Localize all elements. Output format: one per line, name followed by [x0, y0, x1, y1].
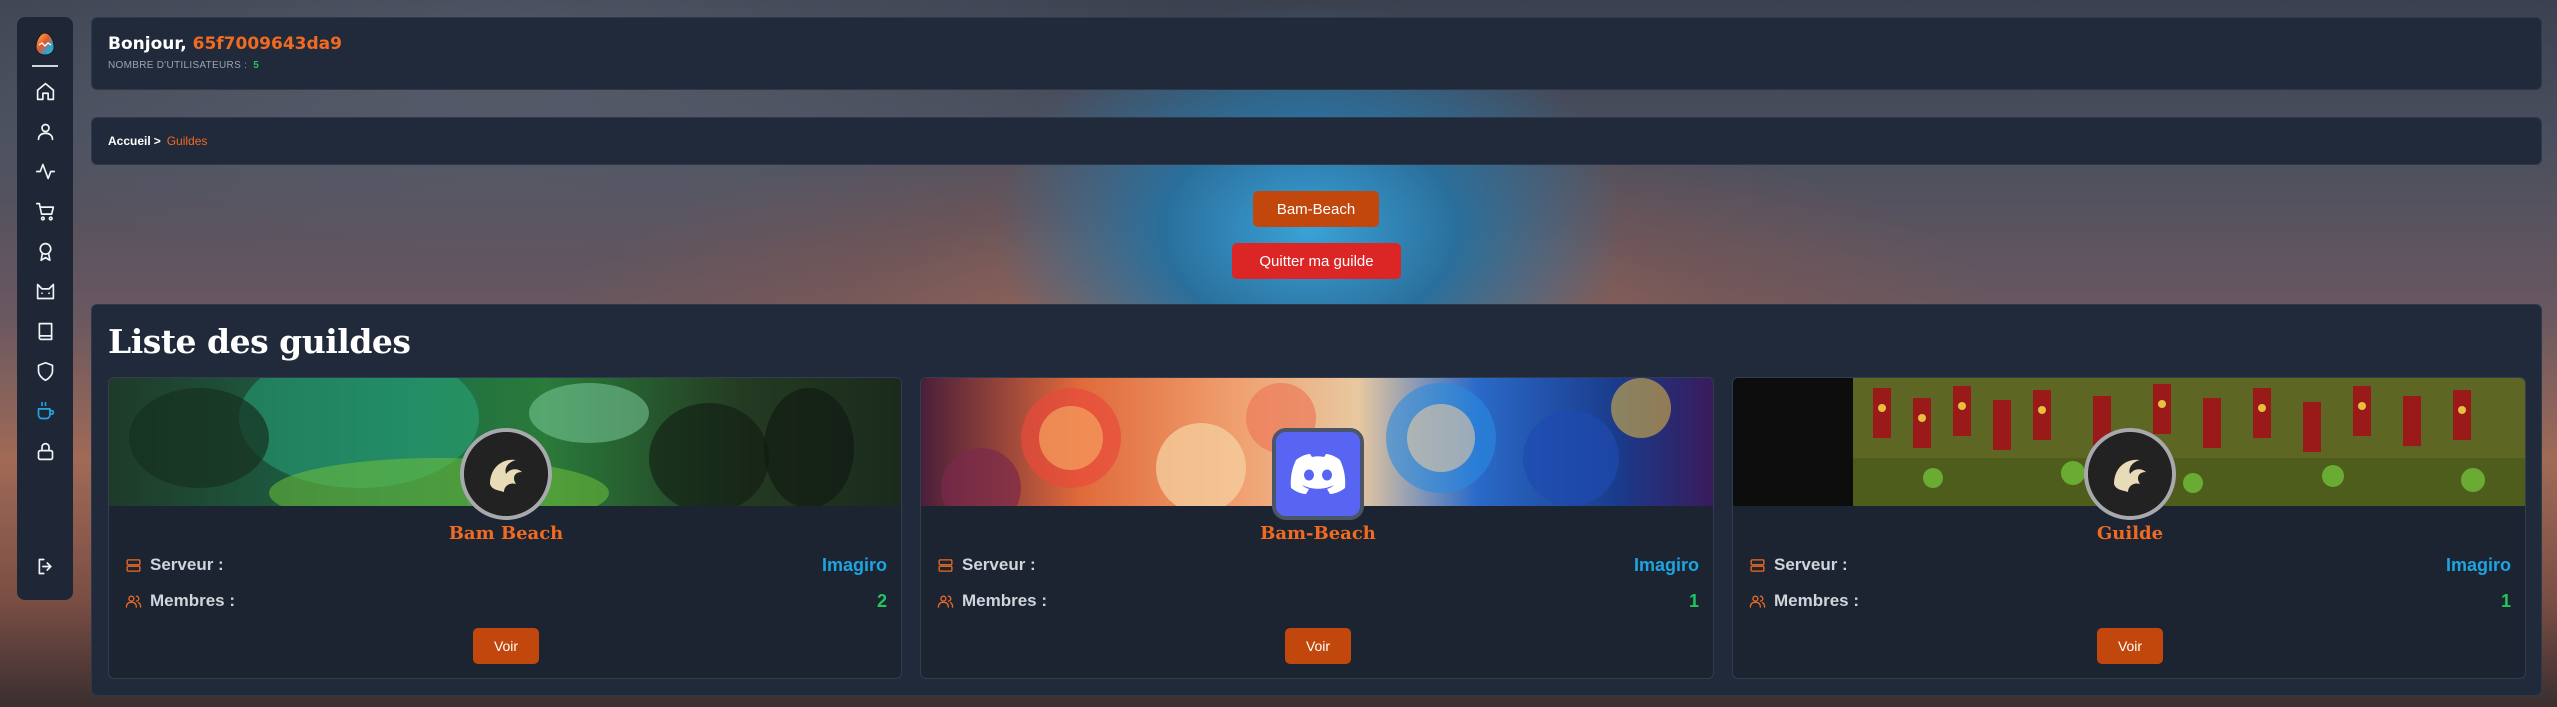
guild-emblem-icon — [2084, 428, 2176, 520]
users-count-value: 5 — [253, 60, 260, 71]
server-row: Serveur : Imagiro — [125, 553, 887, 577]
breadcrumb: Accueil > Guildes — [91, 117, 2542, 165]
sidebar — [17, 17, 73, 600]
users-icon — [937, 595, 954, 608]
guild-list-title: Liste des guildes — [108, 322, 411, 361]
guild-card: Bam-Beach Serveur : Imagiro Membres : 1 … — [920, 377, 1714, 679]
server-label: Serveur : — [1774, 555, 1848, 574]
guild-card: Guilde Serveur : Imagiro Membres : 1 Voi… — [1732, 377, 2526, 679]
members-row: Membres : 2 — [125, 589, 887, 613]
user-icon[interactable] — [17, 111, 73, 151]
my-guild-button[interactable]: Bam-Beach — [1253, 191, 1379, 227]
users-icon — [1749, 595, 1766, 608]
server-value: Imagiro — [1633, 554, 1699, 575]
view-guild-button[interactable]: Voir — [2097, 628, 2163, 664]
view-guild-button[interactable]: Voir — [1285, 628, 1351, 664]
guild-name: Bam Beach — [448, 523, 564, 544]
header: Bonjour, 65f7009643da9 NOMBRE D'UTILISAT… — [91, 17, 2542, 90]
lock-icon[interactable] — [17, 431, 73, 471]
members-row: Membres : 1 — [937, 589, 1699, 613]
breadcrumb-current: Guildes — [166, 134, 208, 148]
members-row: Membres : 1 — [1749, 589, 2511, 613]
view-guild-button[interactable]: Voir — [473, 628, 539, 664]
quit-guild-button[interactable]: Quitter ma guilde — [1232, 243, 1401, 279]
egg-logo-icon[interactable] — [32, 31, 58, 57]
discord-icon — [1272, 428, 1364, 520]
guild-name: Bam-Beach — [1260, 523, 1376, 544]
award-icon[interactable] — [17, 231, 73, 271]
shield-icon[interactable] — [17, 351, 73, 391]
logout-icon[interactable] — [17, 546, 73, 586]
activity-icon[interactable] — [17, 151, 73, 191]
members-label: Membres : — [150, 591, 236, 610]
guild-card: Bam Beach Serveur : Imagiro Membres : 2 … — [108, 377, 902, 679]
greeting-text: Bonjour, — [108, 34, 187, 54]
cat-icon[interactable] — [17, 271, 73, 311]
members-value: 1 — [1688, 590, 1699, 611]
server-icon — [938, 558, 953, 572]
server-value: Imagiro — [821, 554, 887, 575]
server-value: Imagiro — [2445, 554, 2511, 575]
guild-emblem-icon — [460, 428, 552, 520]
breadcrumb-home[interactable]: Accueil — [108, 134, 151, 148]
username: 65f7009643da9 — [192, 34, 342, 54]
server-icon — [1750, 558, 1765, 572]
server-row: Serveur : Imagiro — [937, 553, 1699, 577]
home-icon[interactable] — [17, 71, 73, 111]
book-icon[interactable] — [17, 311, 73, 351]
server-icon — [126, 558, 141, 572]
members-value: 1 — [2500, 590, 2511, 611]
users-count-label: NOMBRE D'UTILISATEURS : — [108, 60, 248, 71]
greeting: Bonjour, 65f7009643da9 — [108, 34, 2525, 54]
server-label: Serveur : — [150, 555, 224, 574]
server-label: Serveur : — [962, 555, 1036, 574]
guild-name: Guilde — [2096, 523, 2164, 544]
breadcrumb-separator: > — [153, 134, 161, 148]
members-label: Membres : — [1774, 591, 1860, 610]
guild-cards: Bam Beach Serveur : Imagiro Membres : 2 … — [108, 377, 2526, 679]
guild-list-panel: Liste des guildes Bam Beach Serveur: Im… — [91, 304, 2542, 696]
members-value: 2 — [876, 590, 887, 611]
cart-icon[interactable] — [17, 191, 73, 231]
cup-icon[interactable] — [17, 391, 73, 431]
users-count: NOMBRE D'UTILISATEURS : 5 — [108, 60, 2525, 71]
server-row: Serveur : Imagiro — [1749, 553, 2511, 577]
users-icon — [125, 595, 142, 608]
sidebar-divider — [32, 65, 58, 67]
members-label: Membres : — [962, 591, 1048, 610]
